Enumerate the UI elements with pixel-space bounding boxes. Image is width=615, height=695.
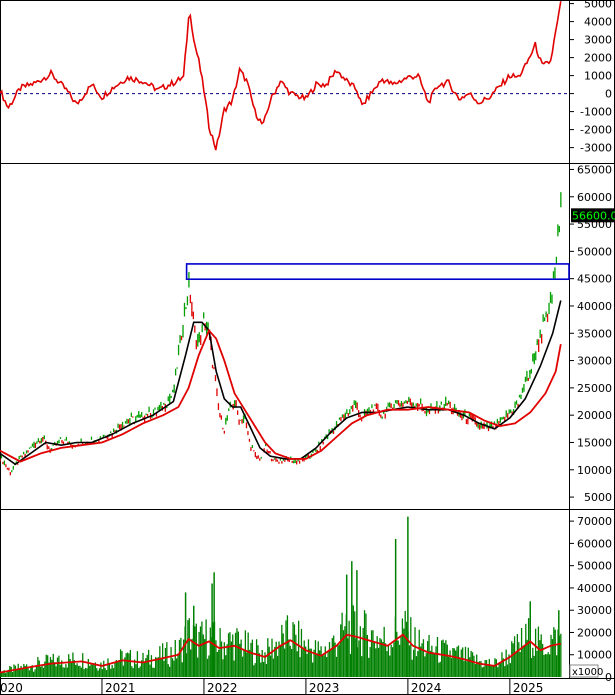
x-tick-label: 2025 xyxy=(513,681,544,695)
resistance-box xyxy=(185,263,570,281)
volume-y-tick-label: 50000 xyxy=(577,560,612,573)
oscillator-y-tick-label: -1000 xyxy=(580,106,612,119)
oscillator-y-tick-label: 4000 xyxy=(584,16,612,29)
x-axis: 020 2021 2022 2023 2024 2025 xyxy=(0,678,543,695)
oscillator-line xyxy=(0,1,562,151)
x-tick-label: 2021 xyxy=(105,681,136,695)
oscillator-panel: 5000 4000 3000 2000 1000 0 -1000 -2000 -3000 xyxy=(0,0,612,155)
price-y-tick-label: 45000 xyxy=(577,273,612,286)
oscillator-y-tick-label: -3000 xyxy=(580,142,612,155)
volume-unit-label: x1000 xyxy=(572,667,603,678)
price-y-tick-label: 40000 xyxy=(577,300,612,313)
volume-y-tick-label: 60000 xyxy=(577,537,612,550)
price-panel: 6500060000550005000045000400003500030000… xyxy=(0,163,615,504)
outer-border xyxy=(0,0,615,695)
volume-panel: 70000 60000 50000 40000 30000 20000 10000 0x100… xyxy=(0,515,612,684)
price-y-tick-label: 5000 xyxy=(584,491,612,504)
volume-y-tick-label: 20000 xyxy=(577,626,612,639)
price-y-tick-label: 25000 xyxy=(577,382,612,395)
chart-frame xyxy=(0,0,615,695)
oscillator-y-tick-label: 1000 xyxy=(584,70,612,83)
volume-y-tick-label: 40000 xyxy=(577,582,612,595)
oscillator-y-tick-label: -2000 xyxy=(580,124,612,137)
oscillator-y-tick-label: 5000 xyxy=(584,0,612,11)
price-y-tick-label: 60000 xyxy=(577,191,612,204)
price-y-tick-label: 35000 xyxy=(577,327,612,340)
oscillator-y-tick-label: 2000 xyxy=(584,52,612,65)
price-y-tick-label: 20000 xyxy=(577,409,612,422)
oscillator-y-tick-label: 3000 xyxy=(584,34,612,47)
x-tick-label: 2022 xyxy=(207,681,238,695)
x-tick-label: 020 xyxy=(0,681,23,695)
price-y-tick-label: 30000 xyxy=(577,355,612,368)
chart-canvas: 500040003000200010000-1000-2000-3000 650… xyxy=(0,0,615,695)
volume-y-tick-label: 30000 xyxy=(577,604,612,617)
volume-y-tick-label: 10000 xyxy=(577,649,612,662)
price-y-tick-label: 50000 xyxy=(577,245,612,258)
price-y-tick-label: 65000 xyxy=(577,163,612,176)
x-tick-label: 2023 xyxy=(309,681,340,695)
price-y-tick-label: 15000 xyxy=(577,436,612,449)
last-price-label: 56600.00 xyxy=(572,209,615,222)
x-tick-label: 2024 xyxy=(411,681,442,695)
oscillator-y-tick-label: 0 xyxy=(605,88,612,101)
ma-short-line xyxy=(0,300,562,466)
price-y-tick-label: 10000 xyxy=(577,464,612,477)
volume-y-tick-label: 0 xyxy=(605,671,612,684)
volume-y-tick-label: 70000 xyxy=(577,515,612,528)
